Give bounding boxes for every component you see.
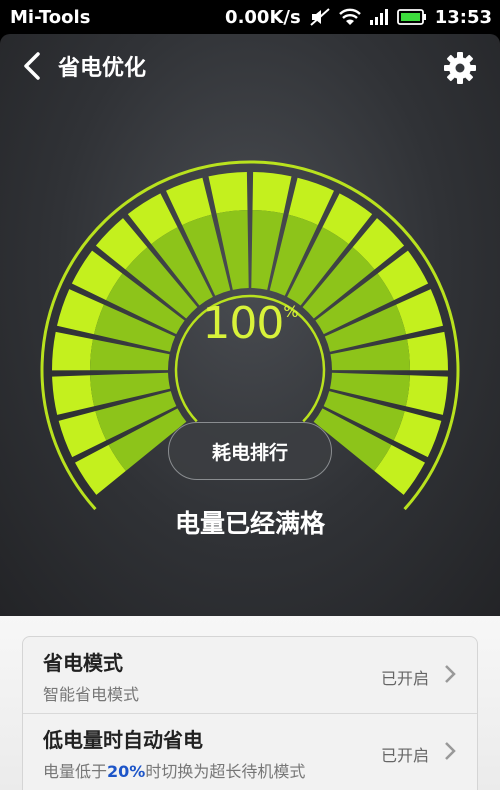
gauge-segment-outer (252, 172, 292, 214)
subtitle-prefix: 电量低于 (43, 762, 108, 781)
battery-status-text: 电量已经满格 (174, 509, 325, 538)
battery-icon (396, 8, 427, 26)
chevron-right-icon (445, 665, 456, 683)
gauge-segment-outer (52, 331, 93, 371)
gauge-segment-outer (52, 375, 95, 415)
gear-icon (444, 52, 476, 84)
battery-percent-unit: % (283, 302, 298, 321)
title-bar: 省电优化 (0, 34, 500, 98)
subtitle-threshold: 20% (107, 762, 146, 781)
gauge-segment-outer (208, 172, 248, 214)
battery-percent-value: 100 (202, 298, 284, 349)
row-title: 低电量时自动省电 (43, 728, 203, 752)
back-button[interactable] (14, 48, 50, 84)
power-saving-mode-row[interactable]: 省电模式 智能省电模式 已开启 (23, 637, 477, 714)
gauge-segment-outer (405, 375, 448, 415)
signal-icon (369, 8, 389, 26)
main-panel: 省电优化 100% 耗电排行 电量已经满格 (0, 34, 500, 616)
row-subtitle: 智能省电模式 (43, 685, 140, 704)
clock: 13:53 (434, 6, 492, 28)
battery-percent: 100% (190, 298, 310, 349)
chevron-right-icon (445, 742, 456, 760)
gauge-segment-outer (407, 331, 448, 371)
settings-card: 省电模式 智能省电模式 已开启 低电量时自动省电 电量低于20%时切换为超长待机… (22, 636, 478, 790)
wifi-icon (338, 8, 361, 26)
low-battery-auto-save-row[interactable]: 低电量时自动省电 电量低于20%时切换为超长待机模式 已开启 (23, 714, 477, 790)
row-state: 已开启 (381, 669, 430, 688)
power-ranking-button[interactable]: 耗电排行 (168, 422, 332, 480)
row-title: 省电模式 (43, 651, 123, 675)
back-chevron-icon (24, 52, 40, 80)
row-subtitle: 电量低于20%时切换为超长待机模式 (43, 758, 305, 782)
subtitle-suffix: 时切换为超长待机模式 (145, 762, 306, 781)
status-bar-right: 0.00K/s 13:53 (225, 7, 492, 28)
net-speed: 0.00K/s (225, 6, 301, 28)
status-bar: Mi-Tools 0.00K/s 13:53 (0, 0, 500, 34)
settings-button[interactable] (438, 46, 482, 90)
row-state: 已开启 (381, 746, 430, 765)
mute-icon (309, 7, 331, 27)
page-title: 省电优化 (58, 56, 147, 81)
settings-area: 省电模式 智能省电模式 已开启 低电量时自动省电 电量低于20%时切换为超长待机… (0, 616, 500, 790)
carrier-label: Mi-Tools (10, 6, 91, 28)
